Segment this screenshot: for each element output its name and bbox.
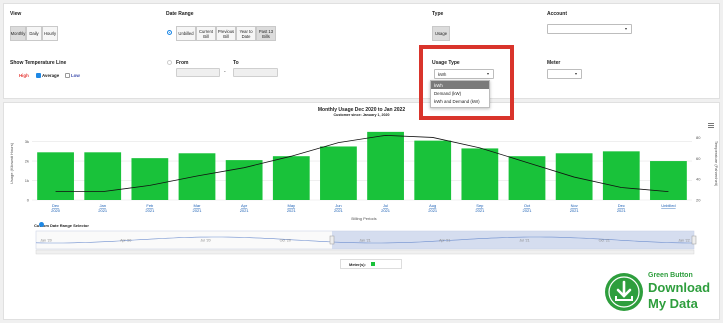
meter-select[interactable] <box>547 69 582 79</box>
to-date-input[interactable] <box>233 68 278 77</box>
x-tick-year: 2021 <box>475 208 485 213</box>
x-tick-year: 2021 <box>98 208 108 213</box>
view-monthly-button[interactable]: Monthly <box>10 26 26 41</box>
usage-bar <box>84 152 122 200</box>
range-selector-window <box>332 231 694 249</box>
y2-tick-label: 80 <box>696 135 701 140</box>
y-axis-label: Usage (Kilowatt Hours) <box>9 142 14 184</box>
temperature-low-checkbox[interactable] <box>65 72 70 78</box>
custom-range-radio[interactable] <box>167 60 172 65</box>
date-range-label: Date Range <box>166 11 194 17</box>
type-label: Type <box>432 11 444 17</box>
usage-bar <box>178 153 216 200</box>
y-tick-label: 2k <box>25 159 29 164</box>
usage-bar <box>131 158 169 200</box>
usage-bar <box>225 160 263 200</box>
chart-menu-icon[interactable] <box>708 123 714 128</box>
y2-tick-label: 60 <box>696 156 701 161</box>
date-separator: - <box>224 69 226 75</box>
x-tick-year: 2021 <box>193 208 203 213</box>
temperature-line-label: Show Temperature Line <box>10 60 67 66</box>
view-hourly-button[interactable]: Hourly <box>42 26 58 41</box>
usage-bar <box>320 146 357 200</box>
temperature-average-checkbox[interactable] <box>36 72 41 78</box>
badge-line-green-button: Green Button <box>648 272 693 279</box>
date-range-year-to-date-button[interactable]: Year to Date <box>236 26 256 41</box>
account-label: Account <box>547 11 567 17</box>
y-tick-label: 3k <box>25 139 29 144</box>
x-tick-label: Unbilled <box>661 203 675 208</box>
from-label: From <box>176 60 189 66</box>
download-icon <box>605 273 643 311</box>
y-tick-label: 0 <box>27 198 30 203</box>
badge-line-download: Download <box>648 280 711 295</box>
range-handle-left <box>329 235 335 245</box>
meter-legend-swatch[interactable] <box>370 262 375 266</box>
range-handle-right <box>691 235 697 245</box>
x-tick-year: 2021 <box>570 208 580 213</box>
x-tick-year: 2021 <box>287 208 297 213</box>
view-daily-button[interactable]: Daily <box>26 26 42 41</box>
range-scrollbar <box>35 249 695 255</box>
usage-bar <box>414 140 452 200</box>
usage-bar <box>37 152 74 200</box>
type-usage-button[interactable]: Usage <box>432 26 450 41</box>
x-axis-label: Billing Periods <box>351 216 376 221</box>
x-tick-year: 2020 <box>51 208 61 213</box>
date-range-current-bill-button[interactable]: Current Bill <box>196 26 216 41</box>
range-selector-tick: Oct '20 <box>280 239 291 243</box>
temperature-low-option[interactable]: Low <box>71 73 80 78</box>
y2-tick-label: 40 <box>696 177 701 182</box>
range-selector-tick: Jan '20 <box>40 239 51 243</box>
x-tick-year: 2021 <box>145 208 155 213</box>
date-range-unbilled-button[interactable]: Unbilled <box>176 26 196 41</box>
usage-bar <box>367 131 404 200</box>
chevron-down-icon <box>625 28 627 30</box>
range-selector-tick: Apr '20 <box>120 239 131 243</box>
y-tick-label: 1k <box>25 178 29 183</box>
badge-line-my-data: My Data <box>648 296 698 311</box>
x-tick-year: 2021 <box>334 208 344 213</box>
x-tick-year: 2021 <box>523 208 533 213</box>
to-label: To <box>233 60 239 66</box>
help-icon[interactable] <box>39 222 44 227</box>
view-label: View <box>10 11 22 17</box>
usage-bar <box>461 148 499 200</box>
x-tick-year: 2021 <box>381 208 391 213</box>
y2-axis-label: Temperature (Fahrenheit) <box>714 141 719 187</box>
meters-legend: Meter(s): <box>340 259 402 269</box>
temperature-average-option[interactable]: Average <box>42 73 59 78</box>
meters-legend-label: Meter(s): <box>349 261 366 267</box>
chevron-down-icon <box>575 73 577 75</box>
meter-label: Meter <box>547 60 561 66</box>
usage-bar <box>602 151 640 200</box>
range-selector-tick: Jul '21 <box>519 239 529 243</box>
range-selector-tick: Jan '22 <box>678 239 689 243</box>
date-range-previous-bill-button[interactable]: Previous Bill <box>216 26 236 41</box>
green-button-download-badge[interactable]: Green Button Download My Data <box>600 268 720 318</box>
account-select[interactable] <box>547 24 632 34</box>
date-range-past-13-bills-button[interactable]: Past 13 Bills <box>256 26 276 41</box>
from-date-input[interactable] <box>176 68 220 77</box>
range-selector-tick: Oct '21 <box>599 239 610 243</box>
range-selector-tick: Apr '21 <box>439 239 450 243</box>
usage-bar <box>272 156 310 200</box>
range-selector-tick: Jan '21 <box>359 239 370 243</box>
range-selector-tick: Jul '20 <box>200 239 210 243</box>
usage-bar <box>650 161 687 200</box>
controls-panel: View Monthly Daily Hourly Date Range Unb… <box>3 3 720 99</box>
x-tick-year: 2021 <box>240 208 250 213</box>
temperature-high-option[interactable]: High <box>19 73 29 78</box>
highlight-annotation-box <box>419 45 514 120</box>
date-range-radio[interactable] <box>167 30 172 35</box>
y2-tick-label: 20 <box>696 198 701 203</box>
x-tick-year: 2021 <box>428 208 438 213</box>
x-tick-year: 2021 <box>617 208 627 213</box>
